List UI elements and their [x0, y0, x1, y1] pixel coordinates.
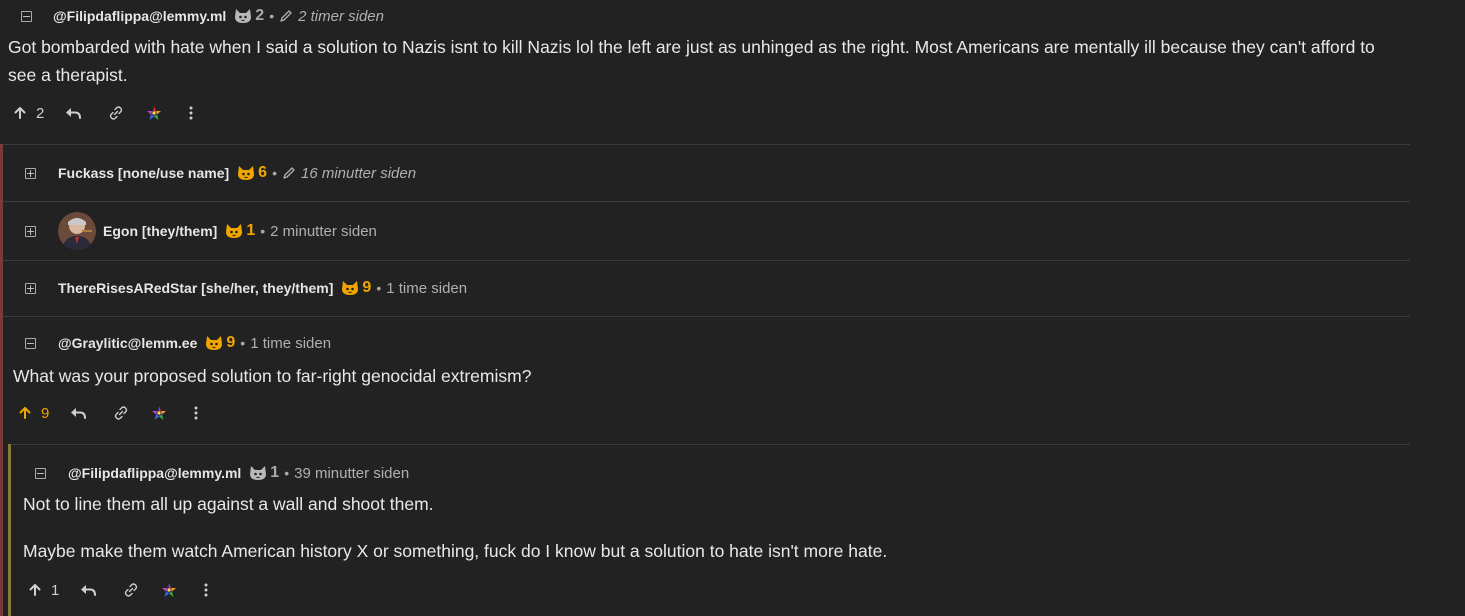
- award-button[interactable]: [151, 405, 167, 421]
- link-icon: [113, 405, 129, 421]
- cat-paw-icon: [205, 335, 223, 351]
- comment-actions: 1: [28, 579, 209, 601]
- comment-author[interactable]: Fuckass [none/use name]: [58, 165, 229, 181]
- comment-header: − @Graylitic@lemm.ee 9 • 1 time siden: [25, 332, 331, 354]
- award-button[interactable]: [146, 105, 162, 121]
- collapse-toggle-icon[interactable]: −: [21, 10, 32, 22]
- separator-dot: •: [272, 165, 277, 181]
- cat-paw-icon: [249, 465, 267, 481]
- more-options-icon: [188, 105, 194, 121]
- cat-paw-icon: [341, 280, 359, 296]
- comment-header: + Egon [they/them] 1 • 2 minutter siden: [25, 211, 377, 251]
- comment-score: 6: [258, 164, 268, 181]
- comment-actions: 9: [18, 402, 199, 424]
- cat-paw-icon: [234, 8, 252, 24]
- collapse-toggle-icon[interactable]: −: [25, 337, 36, 349]
- comment-time[interactable]: 1 time siden: [386, 280, 467, 297]
- comment-time[interactable]: 16 minutter siden: [301, 165, 416, 182]
- upvote-arrow-icon: [18, 406, 32, 420]
- divider: [8, 444, 1410, 445]
- upvote-button[interactable]: 9: [18, 405, 49, 422]
- more-options-button[interactable]: [188, 105, 194, 121]
- reply-icon: [79, 583, 97, 597]
- separator-dot: •: [376, 280, 382, 296]
- link-icon: [108, 105, 124, 121]
- divider: [3, 260, 1410, 261]
- cat-paw-icon: [237, 165, 255, 181]
- comment-time[interactable]: 39 minutter siden: [294, 465, 409, 482]
- reply-icon: [69, 406, 87, 420]
- reply-button[interactable]: [64, 106, 82, 120]
- comment-author[interactable]: ThereRisesARedStar [she/her, they/them]: [58, 280, 333, 296]
- expand-toggle-icon[interactable]: +: [25, 282, 36, 294]
- expand-toggle-icon[interactable]: +: [25, 167, 36, 179]
- comment-score: 9: [362, 279, 372, 296]
- divider: [3, 144, 1410, 145]
- reply-button[interactable]: [79, 583, 97, 597]
- comment-author[interactable]: @Filipdaflippa@lemmy.ml: [68, 465, 241, 481]
- vote-count: 1: [51, 581, 60, 599]
- comment-header: + Fuckass [none/use name] 6 • 16 minutte…: [25, 162, 416, 184]
- comment-body: What was your proposed solution to far-r…: [13, 362, 1403, 390]
- thread-indent-line[interactable]: [8, 444, 11, 616]
- link-icon: [123, 582, 139, 598]
- comment-score: 9: [226, 334, 236, 351]
- vote-count: 2: [36, 104, 45, 122]
- more-options-icon: [193, 405, 199, 421]
- reply-button[interactable]: [69, 406, 87, 420]
- comment-time[interactable]: 2 minutter siden: [270, 223, 377, 240]
- comment-paragraph: Maybe make them watch American history X…: [23, 541, 888, 561]
- reply-icon: [64, 106, 82, 120]
- divider: [3, 316, 1410, 317]
- pencil-icon: [279, 9, 293, 23]
- comment-header: − @Filipdaflippa@lemmy.ml 1 • 39 minutte…: [35, 462, 409, 484]
- comment-score: 2: [255, 7, 265, 24]
- permalink-button[interactable]: [108, 105, 124, 121]
- upvote-button[interactable]: 2: [13, 105, 44, 122]
- rainbow-star-icon: [146, 105, 162, 121]
- upvote-button[interactable]: 1: [28, 582, 59, 599]
- rainbow-star-icon: [151, 405, 167, 421]
- comment-paragraph: What was your proposed solution to far-r…: [13, 366, 532, 386]
- upvote-arrow-icon: [28, 583, 42, 597]
- divider: [3, 201, 1410, 202]
- comment-header: + ThereRisesARedStar [she/her, they/them…: [25, 277, 467, 299]
- more-options-button[interactable]: [193, 405, 199, 421]
- comment-actions: 2: [13, 102, 194, 124]
- comment-time[interactable]: 1 time siden: [250, 335, 331, 352]
- avatar-image-icon: [58, 212, 96, 250]
- separator-dot: •: [269, 8, 275, 24]
- comment-body: Not to line them all up against a wall a…: [23, 490, 1403, 565]
- comment-author[interactable]: Egon [they/them]: [103, 223, 217, 239]
- more-options-button[interactable]: [203, 582, 209, 598]
- comment-author[interactable]: @Graylitic@lemm.ee: [58, 335, 197, 351]
- comment-body: Got bombarded with hate when I said a so…: [8, 33, 1398, 89]
- separator-dot: •: [284, 465, 290, 481]
- permalink-button[interactable]: [113, 405, 129, 421]
- comment-score: 1: [270, 464, 280, 481]
- comment-paragraph: Not to line them all up against a wall a…: [23, 494, 434, 514]
- cat-paw-icon: [225, 223, 243, 239]
- upvote-arrow-icon: [13, 106, 27, 120]
- separator-dot: •: [240, 335, 246, 351]
- comment-paragraph: Got bombarded with hate when I said a so…: [8, 37, 1375, 85]
- expand-toggle-icon[interactable]: +: [25, 225, 36, 237]
- vote-count: 9: [41, 404, 50, 422]
- comment-score: 1: [246, 222, 256, 239]
- separator-dot: •: [260, 223, 266, 239]
- comment-header: − @Filipdaflippa@lemmy.ml 2 • 2 timer si…: [21, 5, 384, 27]
- comment-time[interactable]: 2 timer siden: [298, 8, 384, 25]
- pencil-icon: [282, 166, 296, 180]
- avatar[interactable]: [58, 212, 96, 250]
- comment-author[interactable]: @Filipdaflippa@lemmy.ml: [53, 8, 226, 24]
- permalink-button[interactable]: [123, 582, 139, 598]
- more-options-icon: [203, 582, 209, 598]
- award-button[interactable]: [161, 582, 177, 598]
- collapse-toggle-icon[interactable]: −: [35, 467, 46, 479]
- rainbow-star-icon: [161, 582, 177, 598]
- thread-indent-line[interactable]: [0, 144, 3, 616]
